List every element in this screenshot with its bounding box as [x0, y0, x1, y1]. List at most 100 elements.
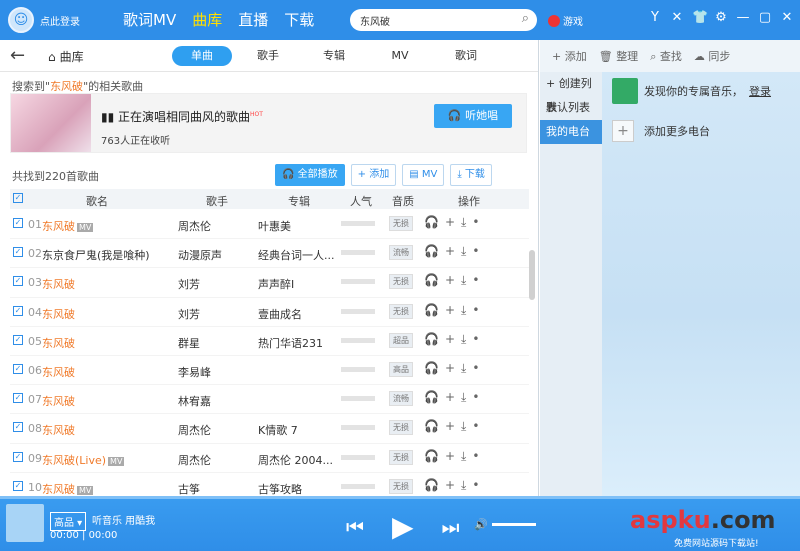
row-checkbox[interactable]: ✓ [13, 276, 23, 287]
listen-icon[interactable]: 🎧 [424, 303, 439, 318]
listen-icon[interactable]: 🎧 [424, 332, 439, 347]
song-title[interactable]: 东风破 [42, 276, 75, 292]
listen-icon[interactable]: 🎧 [424, 244, 439, 259]
back-arrow-icon[interactable]: ← [10, 45, 25, 66]
more-icon[interactable]: • [472, 449, 479, 464]
add-icon[interactable]: + [445, 478, 455, 493]
download-icon[interactable]: ⤓ [461, 244, 466, 259]
row-checkbox[interactable]: ✓ [13, 363, 23, 374]
table-row[interactable]: ✓ 02 东京食尸鬼(我是喰种) 动漫原声 经典台词一人... 流畅 🎧 + ⤓ • [10, 239, 529, 269]
breadcrumb-home[interactable]: ⌂ 曲库 [48, 48, 84, 65]
close-icon[interactable]: ✕ [780, 10, 794, 25]
add-tool[interactable]: + 添加 [552, 48, 587, 64]
maximize-icon[interactable]: ▢ [758, 10, 772, 25]
add-icon[interactable]: + [445, 303, 455, 318]
download-button[interactable]: ⤓ 下载 [450, 164, 492, 186]
song-title[interactable]: 东风破 [42, 422, 75, 438]
add-button[interactable]: + 添加 [350, 164, 397, 186]
user-avatar-icon[interactable]: ☺ [8, 7, 34, 33]
add-more-radio[interactable]: + 添加更多电台 [612, 120, 710, 142]
nav-live[interactable]: 直播 [238, 9, 268, 30]
similar-songs-banner[interactable]: ▮▮ 正在演唱相同曲风的歌曲HOT 763人正在收听 🎧 听她唱 [10, 93, 527, 153]
more-icon[interactable]: • [472, 390, 479, 405]
table-row[interactable]: ✓ 09 东风破(Live) MV 周杰伦 周杰伦 2004... 无损 🎧 + ⤓ • [10, 444, 529, 473]
download-icon[interactable]: ⤓ [461, 419, 466, 434]
album-cover[interactable] [6, 504, 44, 542]
mv-button[interactable]: ▤ MV [402, 164, 445, 186]
login-link-right[interactable]: 登录 [749, 83, 771, 99]
add-icon[interactable]: + [445, 244, 455, 259]
song-title[interactable]: 东风破 [42, 364, 75, 380]
settings-gear-icon[interactable]: ⚙ [714, 10, 728, 25]
row-checkbox[interactable]: ✓ [13, 451, 23, 462]
tab-artists[interactable]: 歌手 [238, 46, 298, 66]
table-row[interactable]: ✓ 07 东风破 林宥嘉 流畅 🎧 + ⤓ • [10, 385, 529, 415]
find-tool[interactable]: ⌕ 查找 [650, 48, 682, 64]
song-title[interactable]: 东风破 [42, 335, 75, 351]
row-checkbox[interactable]: ✓ [13, 422, 23, 433]
play-icon[interactable]: ▶ [392, 510, 414, 543]
login-link[interactable]: 点此登录 [40, 13, 80, 28]
add-icon[interactable]: + [445, 449, 455, 464]
more-icon[interactable]: • [472, 273, 479, 288]
minimize-icon[interactable]: — [736, 10, 750, 25]
download-icon[interactable]: ⤓ [461, 449, 466, 464]
tab-albums[interactable]: 专辑 [304, 46, 364, 66]
skin-icon[interactable]: 👕 [692, 10, 708, 25]
add-icon[interactable]: + [445, 390, 455, 405]
search-input[interactable]: 东风破 ⌕ [350, 9, 537, 31]
more-icon[interactable]: • [472, 419, 479, 434]
more-icon[interactable]: • [472, 332, 479, 347]
my-radio[interactable]: 我的电台 [540, 120, 602, 144]
listen-icon[interactable]: 🎧 [424, 390, 439, 405]
volume-control[interactable]: 🔊 [474, 518, 536, 531]
more-icon[interactable]: • [472, 215, 479, 230]
song-title[interactable]: 东风破 [42, 393, 75, 409]
more-icon[interactable]: • [472, 303, 479, 318]
select-all-checkbox[interactable]: ✓ [13, 193, 23, 203]
add-icon[interactable]: + [445, 419, 455, 434]
play-all-button[interactable]: 🎧 全部播放 [275, 164, 345, 186]
download-icon[interactable]: ⤓ [461, 361, 466, 376]
nav-library[interactable]: 曲库 [192, 9, 222, 30]
more-icon[interactable]: • [472, 478, 479, 493]
download-icon[interactable]: ⤓ [461, 478, 466, 493]
volume-slider[interactable] [491, 523, 536, 526]
search-icon[interactable]: ⌕ [522, 11, 529, 26]
row-checkbox[interactable]: ✓ [13, 218, 23, 228]
table-row[interactable]: ✓ 03 东风破 刘芳 声声醉Ⅰ 无损 🎧 + ⤓ • [10, 268, 529, 298]
download-icon[interactable]: ⤓ [461, 215, 466, 230]
listen-icon[interactable]: 🎧 [424, 419, 439, 434]
table-row[interactable]: ✓ 05 东风破 群星 热门华语231 超品 🎧 + ⤓ • [10, 327, 529, 356]
antenna-icon[interactable]: Y [648, 10, 662, 25]
shrink-icon[interactable]: ✕ [670, 10, 684, 25]
add-icon[interactable]: + [445, 215, 455, 230]
tab-lyrics[interactable]: 歌词 [436, 46, 496, 66]
listen-icon[interactable]: 🎧 [424, 361, 439, 376]
nav-lyrics-mv[interactable]: 歌词MV [123, 9, 176, 30]
add-icon[interactable]: + [445, 273, 455, 288]
listen-icon[interactable]: 🎧 [424, 273, 439, 288]
download-icon[interactable]: ⤓ [461, 273, 466, 288]
listen-her-button[interactable]: 🎧 听她唱 [434, 104, 512, 128]
song-title[interactable]: 东京食尸鬼(我是喰种) [42, 247, 150, 263]
row-checkbox[interactable]: ✓ [13, 334, 23, 345]
table-row[interactable]: ✓ 01 东风破 MV 周杰伦 叶惠美 无损 🎧 + ⤓ • [10, 210, 529, 240]
row-checkbox[interactable]: ✓ [13, 247, 23, 258]
song-title[interactable]: 东风破 MV [42, 218, 94, 234]
more-icon[interactable]: • [472, 361, 479, 376]
organize-tool[interactable]: 🗑 整理 [599, 48, 638, 64]
sync-tool[interactable]: ☁ 同步 [694, 48, 731, 64]
listen-icon[interactable]: 🎧 [424, 478, 439, 493]
row-checkbox[interactable]: ✓ [13, 305, 23, 316]
quality-dropdown[interactable]: 高品 ▾ [50, 512, 87, 531]
scrollbar[interactable] [529, 250, 535, 300]
games-link[interactable]: 游戏 [548, 13, 583, 28]
listen-icon[interactable]: 🎧 [424, 449, 439, 464]
song-title[interactable]: 东风破 MV [42, 481, 94, 497]
default-list[interactable]: 默认列表 [540, 96, 602, 120]
add-icon[interactable]: + [445, 361, 455, 376]
table-row[interactable]: ✓ 08 东风破 周杰伦 K情歌 7 无损 🎧 + ⤓ • [10, 414, 529, 444]
create-list[interactable]: + 创建列表 [540, 72, 602, 114]
plus-icon[interactable]: + [612, 120, 634, 142]
